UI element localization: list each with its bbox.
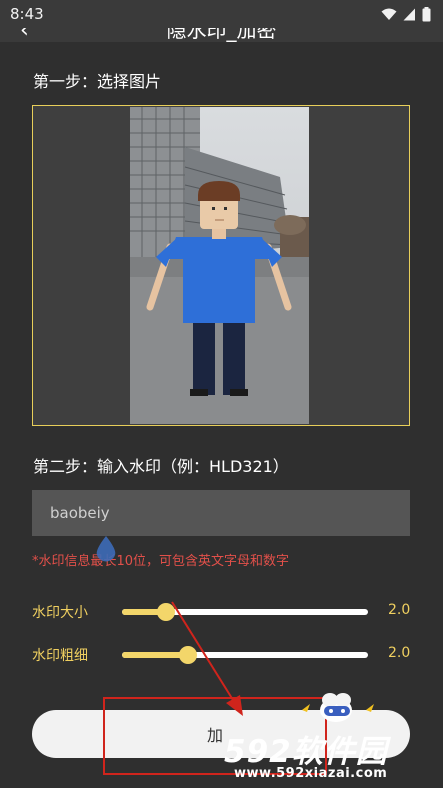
- battery-icon: [422, 7, 431, 22]
- site-watermark-url: www.592xiazai.com: [234, 766, 388, 781]
- site-watermark-logo: 592软件园 www.592xiazai.com: [222, 726, 443, 788]
- slider-size: 水印大小 2.0: [32, 600, 412, 624]
- slider-thickness-label: 水印粗细: [32, 648, 88, 664]
- slider-thickness-thumb[interactable]: [179, 646, 198, 664]
- hint-text: *水印信息最长10位，可包含英文字母和数字: [32, 554, 290, 569]
- slider-thickness-value: 2.0: [388, 645, 411, 661]
- site-watermark-brand: 592软件园: [224, 734, 388, 770]
- image-picker[interactable]: [32, 105, 410, 426]
- slider-thickness-track[interactable]: [122, 646, 368, 664]
- status-icons: [381, 7, 431, 22]
- slider-thickness: 水印粗细 2.0: [32, 643, 412, 667]
- page-title: 隐水印_加密: [166, 28, 277, 42]
- wifi-icon: [381, 8, 397, 20]
- step1-label: 第一步：选择图片: [33, 72, 162, 91]
- slider-size-value: 2.0: [388, 602, 411, 618]
- touch-marker-icon: [96, 536, 116, 562]
- status-bar: 8:43: [0, 0, 443, 28]
- signal-icon: [403, 8, 415, 21]
- selected-photo: [130, 107, 309, 424]
- watermark-input[interactable]: [32, 490, 410, 536]
- slider-size-thumb[interactable]: [157, 603, 176, 621]
- slider-size-track[interactable]: [122, 603, 368, 621]
- slider-size-label: 水印大小: [32, 605, 88, 621]
- status-time: 8:43: [10, 5, 44, 23]
- step2-label: 第二步：输入水印（例：HLD321）: [33, 457, 289, 476]
- app-bar: ‹ 隐水印_加密: [0, 28, 443, 42]
